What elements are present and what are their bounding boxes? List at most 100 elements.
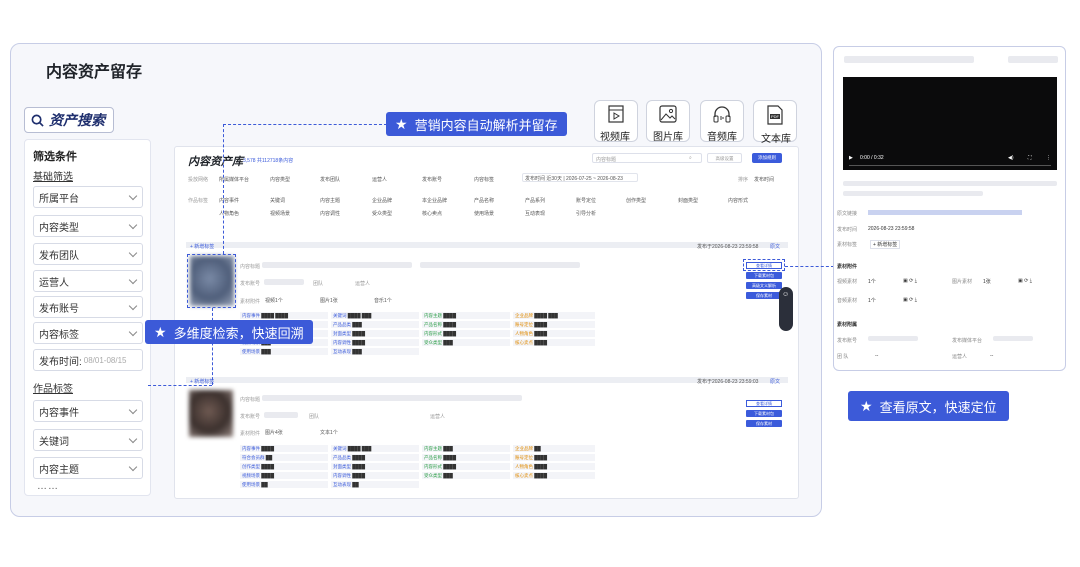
progress-track[interactable] [849,165,1051,166]
item2-asset-image[interactable]: 图片4张 [265,429,283,436]
row2-item[interactable]: 创作类型 [626,197,646,204]
sort-label: 排序 [738,177,749,183]
title-search-input[interactable]: 内容标题 ⌕ [592,153,702,163]
audio-library-label: 音频库 [707,132,737,143]
keyword-select[interactable]: 关键词 [33,429,143,451]
advanced-settings-button[interactable]: 高级设置 [707,153,742,163]
tag-cell: 人物角色 ████ [513,463,595,470]
asset-action-icons[interactable]: ▣ ⟳ ⤓ [1018,278,1032,284]
filter-heading: 筛选条件 [33,151,77,163]
item2-thumbnail[interactable] [189,390,233,437]
row2-item[interactable]: 内容主题 [320,197,340,204]
row2-item[interactable]: 本企业品牌 [422,197,447,204]
item1-account-label: 发布账号 [240,281,261,287]
detail-team-value: -- [875,353,879,359]
publish-time-filter[interactable]: 发布时间 近30天 | 2026-07-25 ~ 2026-08-23 [522,173,638,182]
item2-view-detail-button[interactable]: 查看详情 [746,400,782,407]
chevron-down-icon [128,191,138,201]
team-select[interactable]: 发布团队 [33,243,143,265]
volume-icon[interactable]: ◀) [1008,155,1014,161]
row1-item[interactable]: 运营人 [372,176,387,183]
item1-title-label: 内容标题 [240,264,261,270]
topic-select[interactable]: 内容主题 [33,457,143,479]
item1-asset-image[interactable]: 图片1张 [320,297,338,304]
row2-item[interactable]: 关键词 [270,197,285,204]
tag-cell: 产品品类 ███ [331,321,419,328]
chevron-down-icon [128,434,138,444]
detail-publish-time: 2026-08-23 23:59:58 [868,226,915,232]
item2-open-original[interactable]: 原文 [770,378,780,385]
row2-item[interactable]: 企业品牌 [372,197,392,204]
item2-asset-text[interactable]: 文本1个 [320,429,338,436]
item2-download-button[interactable]: 下载素材包 [746,410,782,417]
item1-save-button[interactable]: 保存素材 [746,292,782,299]
item2-assets-label: 素材附件 [240,431,261,437]
row2-item[interactable]: 产品系列 [525,197,545,204]
video-player[interactable]: ▶ 0:00 / 0:32 ◀) ⛶ ⋮ [843,77,1057,170]
sort-select[interactable]: 发布时间 [754,176,774,183]
detail-add-tag[interactable]: + 新增标签 [870,240,901,249]
row3-item[interactable]: 核心卖点 [422,210,442,217]
account-select[interactable]: 发布账号 [33,296,143,318]
item1-open-original[interactable]: 原文 [770,243,780,250]
item1-download-button[interactable]: 下载素材包 [746,272,782,279]
tag-cell: 核心卖点 ████ [513,339,595,346]
star-icon: ★ [860,397,873,414]
item2-account-label: 发布账号 [240,414,261,420]
more-filters[interactable]: …… [37,481,59,492]
chevron-down-icon [128,220,138,230]
chevron-down-icon [128,275,138,285]
source-link[interactable] [868,210,1022,215]
row2-item[interactable]: 账号定位 [576,197,596,204]
asset-action-icons[interactable]: ▣ ⟳ ⤓ [903,278,917,284]
item1-detail-highlight [743,259,785,271]
play-icon[interactable]: ▶ [849,155,853,161]
asset-search-header[interactable]: 资产搜索 [24,107,114,133]
row3-item[interactable]: 使用场景 [474,210,494,217]
row2-item[interactable]: 封面类型 [678,197,698,204]
content-type-select[interactable]: 内容类型 [33,215,143,237]
row2-item[interactable]: 内容形式 [728,197,748,204]
item1-team-label: 团队 [313,281,324,287]
tag-cell: 内容调性 ████ [331,339,419,346]
row3-item[interactable]: 引导分析 [576,210,596,217]
row3-item[interactable]: 受众类型 [372,210,392,217]
more-icon[interactable]: ⋮ [1046,155,1051,161]
floating-toolbar[interactable]: ☺ [779,287,793,331]
platform-select[interactable]: 所属平台 [33,186,143,208]
row3-item[interactable]: 内容调性 [320,210,340,217]
row1-item[interactable]: 内容类型 [270,176,290,183]
row3-item[interactable]: 互动表现 [525,210,545,217]
row2-item[interactable]: 内容事件 [219,197,239,204]
star-icon: ★ [395,115,408,132]
robot-icon: ☺ [782,291,790,298]
item1-asset-music[interactable]: 音乐1个 [374,297,392,304]
item2-add-tag[interactable]: + 新增标签 [190,378,214,385]
row3-item[interactable]: 视频场景 [270,210,290,217]
item2-save-button[interactable]: 保存素材 [746,420,782,427]
item1-parse-button[interactable]: 高级文义解析 [746,282,782,289]
tag-cell: 内容主题 ███ [422,445,510,452]
fullscreen-icon[interactable]: ⛶ [1028,155,1032,161]
tag-cell: 账号定位 ████ [513,321,595,328]
row1-item[interactable]: 内容标签 [474,176,494,183]
event-select[interactable]: 内容事件 [33,400,143,422]
pdf-file-icon: PDF [767,105,783,125]
row1-item[interactable]: 发布团队 [320,176,340,183]
asset-action-icons[interactable]: ▣ ⟳ ⤓ [903,297,917,303]
publish-time-range[interactable]: 发布时间: 08/01-08/15 [33,349,143,371]
item1-add-tag[interactable]: + 新增标签 [190,243,214,250]
detail-operator-label: 运营人 [952,354,968,360]
operator-select[interactable]: 运营人 [33,270,143,292]
headphones-icon [713,106,731,123]
item1-title-blur [420,262,580,268]
add-rule-button[interactable]: 添加规则 [752,153,782,163]
tag-cell: 使用场景 ███ [240,348,328,355]
tag-cell: 产品品类 ████ [331,454,419,461]
row3-item[interactable]: 人物角色 [219,210,239,217]
row1-item[interactable]: 发布账号 [422,176,442,183]
content-tag-select[interactable]: 内容标签 [33,322,143,344]
row2-item[interactable]: 产品名称 [474,197,494,204]
star-icon: ★ [154,323,167,340]
item1-asset-video[interactable]: 视频1个 [265,297,283,304]
